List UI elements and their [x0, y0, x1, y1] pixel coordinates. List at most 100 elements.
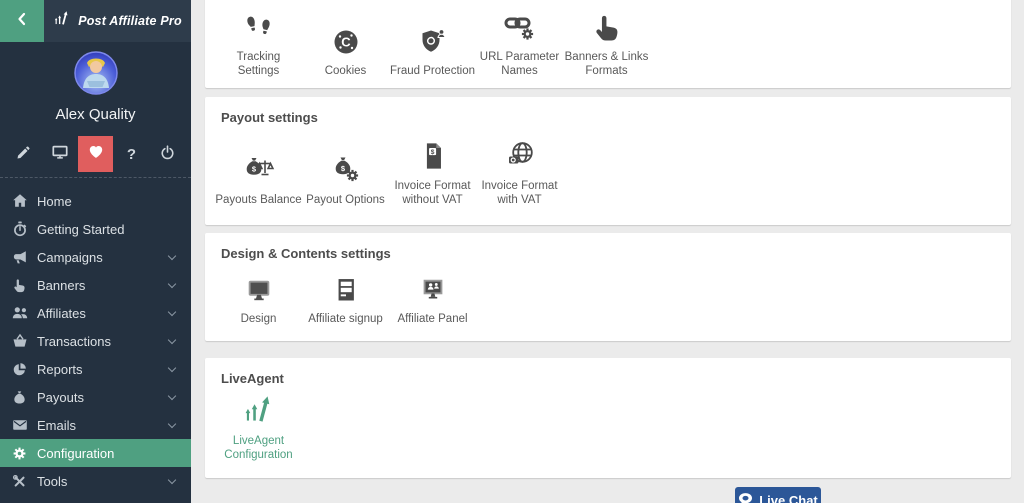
- sidebar-item-campaigns[interactable]: Campaigns: [0, 243, 191, 271]
- sidebar-item-label: Affiliates: [37, 306, 169, 321]
- money-bag-icon: [11, 389, 28, 405]
- chevron-down-icon: [168, 363, 176, 371]
- item-payouts-balance[interactable]: $ Payouts Balance: [215, 151, 302, 207]
- power-icon: [160, 145, 175, 164]
- item-invoice-format-without-vat[interactable]: $ Invoice Format without VAT: [389, 137, 476, 207]
- sidebar-item-label: Banners: [37, 278, 169, 293]
- item-affiliate-signup[interactable]: Affiliate signup: [302, 270, 389, 326]
- card-items: LiveAgent Configuration: [205, 386, 1011, 462]
- svg-text:$: $: [430, 149, 434, 156]
- item-design[interactable]: Design: [215, 270, 302, 326]
- card-items: $ Payouts Balance $: [205, 125, 1011, 207]
- sidebar-item-getting-started[interactable]: Getting Started: [0, 215, 191, 243]
- chevron-down-icon: [168, 419, 176, 427]
- card-items: Tracking Settings C Cookies: [205, 0, 1011, 78]
- moneybag-scale-icon: $: [215, 151, 302, 187]
- item-cookies[interactable]: C Cookies: [302, 22, 389, 78]
- signup-form-icon: [302, 270, 389, 306]
- item-fraud-protection[interactable]: Fraud Protection: [389, 22, 476, 78]
- divider: [0, 177, 191, 178]
- sidebar-item-tools[interactable]: Tools: [0, 467, 191, 495]
- payout-settings-card: Payout settings $ Payouts Bala: [205, 97, 1011, 225]
- sidebar-item-label: Tools: [37, 474, 169, 489]
- stopwatch-icon: [11, 221, 28, 237]
- shield-spy-icon: [389, 22, 476, 58]
- pie-chart-icon: [11, 361, 28, 377]
- pencil-icon: [16, 145, 31, 164]
- profile-actions: ?: [0, 136, 191, 172]
- gear-icon: [11, 445, 28, 461]
- hand-pointer-icon: [11, 277, 28, 293]
- tools-icon: [11, 473, 28, 489]
- brand-name: Post Affiliate Pro: [78, 14, 182, 28]
- moneybag-gear-icon: $: [302, 151, 389, 187]
- svg-text:C: C: [341, 35, 351, 50]
- sidebar-item-payouts[interactable]: Payouts: [0, 383, 191, 411]
- sidebar-item-transactions[interactable]: Transactions: [0, 327, 191, 355]
- app-header: Post Affiliate Pro: [0, 0, 191, 42]
- sidebar-item-affiliates[interactable]: Affiliates: [0, 299, 191, 327]
- item-liveagent-configuration[interactable]: LiveAgent Configuration: [215, 392, 302, 462]
- display-settings-button[interactable]: [42, 136, 77, 172]
- sidebar-item-reports[interactable]: Reports: [0, 355, 191, 383]
- collapse-sidebar-button[interactable]: [0, 0, 44, 42]
- item-label: Fraud Protection: [389, 64, 476, 78]
- item-url-parameter-names[interactable]: URL Parameter Names: [476, 8, 563, 78]
- sidebar: Post Affiliate Pro Alex Quality: [0, 0, 191, 503]
- sidebar-item-label: Configuration: [37, 446, 191, 461]
- sidebar-item-home[interactable]: Home: [0, 187, 191, 215]
- live-chat-label: Live Chat: [759, 493, 818, 503]
- chevron-down-icon: [168, 475, 176, 483]
- design-contents-card: Design & Contents settings Design: [205, 233, 1011, 341]
- section-title: Payout settings: [205, 97, 1011, 125]
- sidebar-item-configuration[interactable]: Configuration: [0, 439, 191, 467]
- sidebar-item-label: Payouts: [37, 390, 169, 405]
- monitor-icon: [52, 144, 68, 164]
- globe-invoice-icon: [476, 137, 563, 173]
- item-payout-options[interactable]: $ Payout Options: [302, 151, 389, 207]
- heart-icon: [88, 144, 104, 164]
- chevron-down-icon: [168, 335, 176, 343]
- favorites-button[interactable]: [78, 136, 113, 172]
- sidebar-item-label: Reports: [37, 362, 169, 377]
- item-label: LiveAgent Configuration: [215, 434, 302, 462]
- item-label: Invoice Format without VAT: [389, 179, 476, 207]
- item-label: Payout Options: [302, 193, 389, 207]
- item-tracking-settings[interactable]: Tracking Settings: [215, 8, 302, 78]
- liveagent-card: LiveAgent LiveAgent Configuration: [205, 358, 1011, 478]
- item-label: Banners & Links Formats: [563, 50, 650, 78]
- link-gear-icon: [476, 8, 563, 44]
- live-chat-button[interactable]: Live Chat: [735, 487, 821, 503]
- monitor-icon: [215, 270, 302, 306]
- sidebar-item-label: Getting Started: [37, 222, 191, 237]
- sidebar-menu: Home Getting Started Campaigns Banners A…: [0, 187, 191, 495]
- logout-button[interactable]: [150, 136, 185, 172]
- item-invoice-format-with-vat[interactable]: Invoice Format with VAT: [476, 137, 563, 207]
- item-label: Affiliate signup: [302, 312, 389, 326]
- chevron-left-icon: [14, 11, 30, 32]
- footprints-icon: [215, 8, 302, 44]
- profile-section: Alex Quality ?: [0, 42, 191, 178]
- section-title: Design & Contents settings: [205, 233, 1011, 261]
- section-title: LiveAgent: [205, 358, 1011, 386]
- help-button[interactable]: ?: [114, 136, 149, 172]
- item-label: Design: [215, 312, 302, 326]
- liveagent-arrows-icon: [215, 392, 302, 428]
- sidebar-item-label: Transactions: [37, 334, 169, 349]
- sidebar-item-label: Campaigns: [37, 250, 169, 265]
- help-icon: ?: [127, 146, 136, 163]
- chevron-down-icon: [168, 391, 176, 399]
- sidebar-item-emails[interactable]: Emails: [0, 411, 191, 439]
- sidebar-item-banners[interactable]: Banners: [0, 271, 191, 299]
- chevron-down-icon: [168, 251, 176, 259]
- item-banners-links-formats[interactable]: Banners & Links Formats: [563, 8, 650, 78]
- users-icon: [11, 305, 28, 321]
- chevron-down-icon: [168, 279, 176, 287]
- card-items: Design Affiliate signup: [205, 261, 1011, 326]
- item-label: Tracking Settings: [215, 50, 302, 78]
- item-affiliate-panel[interactable]: Affiliate Panel: [389, 270, 476, 326]
- item-label: URL Parameter Names: [476, 50, 563, 78]
- edit-profile-button[interactable]: [6, 136, 41, 172]
- invoice-dollar-icon: $: [389, 137, 476, 173]
- sidebar-item-label: Emails: [37, 418, 169, 433]
